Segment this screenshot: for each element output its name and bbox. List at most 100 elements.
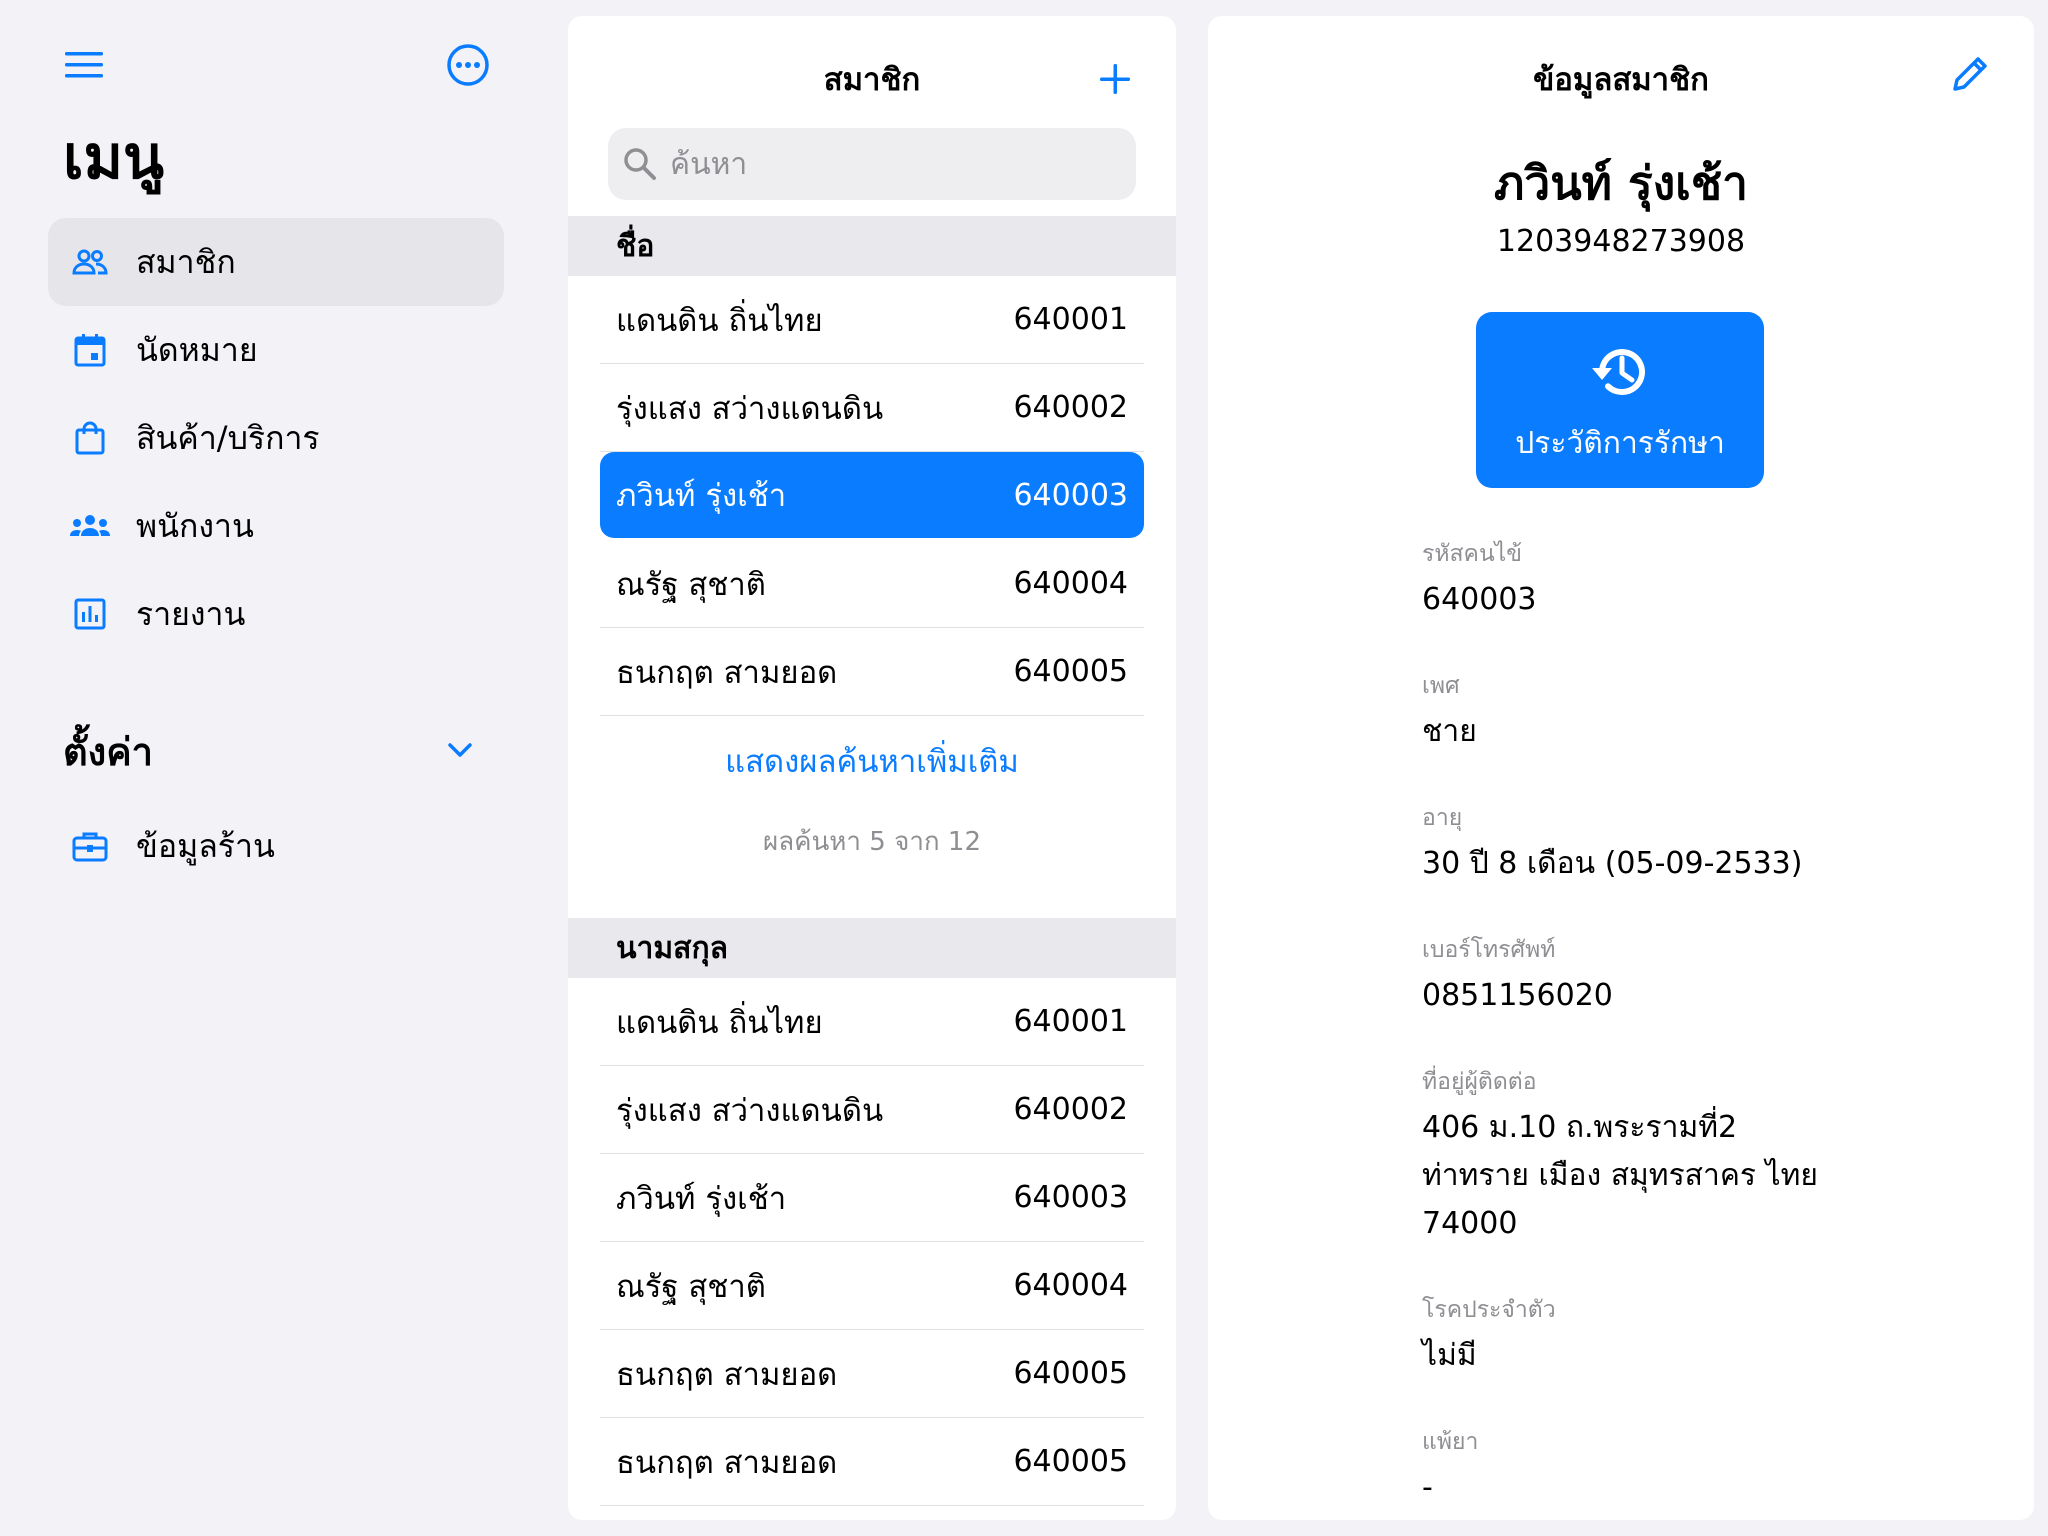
field-value: 0851156020 — [1422, 978, 1613, 1013]
section-header-name: ชื่อ — [568, 216, 1176, 276]
sidebar-item-staff[interactable]: พนักงาน — [48, 482, 504, 570]
member-code: 640004 — [1013, 1268, 1128, 1303]
search-icon — [620, 144, 660, 184]
shopping-bag-icon — [68, 416, 112, 460]
address-line: 74000 — [1422, 1206, 1518, 1241]
member-full-name: ภวินท์ รุ่งเช้า — [1494, 156, 1748, 210]
field-label: ที่อยู่ผู้ติดต่อ — [1422, 1069, 1537, 1095]
plus-icon — [1100, 64, 1130, 94]
field-label: เบอร์โทรศัพท์ — [1422, 937, 1556, 963]
member-name: ธนกฤต สามยอด — [616, 1444, 838, 1481]
member-detail-panel: ข้อมูลสมาชิก ภวินท์ รุ่งเช้า 12039482739… — [1208, 16, 2034, 1520]
field-address: ที่อยู่ผู้ติดต่อ 406 ม.10 ถ.พระรามที่2 ท… — [1422, 1064, 2002, 1248]
field-value: 640003 — [1422, 582, 1537, 617]
list-item[interactable]: ณรัฐ สุชาติ 640004 — [600, 1242, 1144, 1330]
list-item[interactable]: ภวินท์ รุ่งเช้า 640003 — [600, 1154, 1144, 1242]
member-code: 640003 — [1013, 1180, 1128, 1215]
address-line: ท่าทราย เมือง สมุทรสาคร ไทย — [1422, 1158, 1818, 1193]
search-input[interactable] — [670, 146, 1110, 182]
member-name: ธนกฤต สามยอด — [616, 654, 838, 691]
member-code: 640002 — [1013, 390, 1128, 425]
member-code: 640001 — [1013, 1004, 1128, 1039]
briefcase-icon — [68, 824, 112, 868]
calendar-icon — [68, 328, 112, 372]
history-icon — [1588, 340, 1652, 404]
member-name: ภวินท์ รุ่งเช้า — [616, 1180, 787, 1217]
list-item[interactable]: ธนกฤต สามยอด 640005 — [600, 628, 1144, 716]
chevron-down-icon[interactable] — [440, 730, 480, 770]
member-name: ภวินท์ รุ่งเช้า — [616, 478, 787, 514]
field-value: - — [1422, 1470, 1433, 1505]
member-code: 640002 — [1013, 1092, 1128, 1127]
add-member-button[interactable] — [1082, 46, 1148, 112]
section-header-label: ชื่อ — [616, 228, 655, 264]
treatment-history-button[interactable]: ประวัติการรักษา — [1476, 312, 1764, 488]
sidebar-item-label: สมาชิก — [136, 243, 236, 281]
app-window: เมนู สมาชิก นัดหมาย สินค้า/บริการ พนักงา… — [0, 0, 2048, 1536]
field-value: ชาย — [1422, 714, 1477, 749]
list-item[interactable]: รุ่งแสง สว่างแดนดิน 640002 — [600, 364, 1144, 452]
sidebar-item-shop-info[interactable]: ข้อมูลร้าน — [48, 802, 504, 890]
sidebar-item-products[interactable]: สินค้า/บริการ — [48, 394, 504, 482]
field-age: อายุ 30 ปี 8 เดือน (05-09-2533) — [1422, 800, 2002, 888]
pencil-icon — [1953, 57, 1987, 91]
groups-icon — [68, 504, 112, 548]
field-label: เพศ — [1422, 673, 1460, 699]
member-name: ณรัฐ สุชาติ — [616, 1268, 766, 1305]
list-item[interactable]: รุ่งแสง สว่างแดนดิน 640002 — [600, 1066, 1144, 1154]
detail-title: ข้อมูลสมาชิก — [1533, 62, 1709, 98]
list-item[interactable]: ธนกฤต สามยอด 640005 — [600, 1418, 1144, 1506]
sidebar-item-label: พนักงาน — [136, 507, 254, 545]
sidebar-item-label: สินค้า/บริการ — [136, 419, 320, 457]
member-code: 640001 — [1013, 302, 1128, 337]
field-chronic-disease: โรคประจำตัว ไม่มี — [1422, 1292, 2002, 1380]
people-icon — [68, 240, 112, 284]
hamburger-menu-icon[interactable] — [60, 40, 110, 90]
field-phone: เบอร์โทรศัพท์ 0851156020 — [1422, 932, 2002, 1020]
member-name: แดนดิน ถิ่นไทย — [616, 1004, 823, 1041]
list-item[interactable]: ณรัฐ สุชาติ 640004 — [600, 540, 1144, 628]
settings-section-title: ตั้งค่า — [63, 730, 153, 774]
list-item[interactable]: แดนดิน ถิ่นไทย 640001 — [600, 276, 1144, 364]
search-bar[interactable] — [608, 128, 1136, 200]
edit-button[interactable] — [1940, 44, 2000, 104]
member-name: ธนกฤต สามยอด — [616, 1356, 838, 1393]
list-item[interactable]: ธนกฤต สามยอด 640005 — [600, 1330, 1144, 1418]
sidebar: เมนู สมาชิก นัดหมาย สินค้า/บริการ พนักงา… — [0, 0, 555, 1536]
field-gender: เพศ ชาย — [1422, 668, 2002, 756]
field-value: ไม่มี — [1422, 1338, 1477, 1373]
result-count: ผลค้นหา 5 จาก 12 — [762, 827, 982, 857]
list-item-selected[interactable]: ภวินท์ รุ่งเช้า 640003 — [600, 452, 1144, 538]
sidebar-item-appointments[interactable]: นัดหมาย — [48, 306, 504, 394]
member-code: 640005 — [1013, 1356, 1128, 1391]
field-label: โรคประจำตัว — [1422, 1297, 1556, 1323]
field-label: อายุ — [1422, 805, 1463, 831]
member-code: 640004 — [1013, 566, 1128, 601]
sidebar-title: เมนู — [63, 123, 165, 193]
section-header-surname: นามสกุล — [568, 918, 1176, 978]
show-more-link[interactable]: แสดงผลค้นหาเพิ่มเติม — [568, 738, 1176, 786]
member-code: 640003 — [1013, 477, 1128, 513]
sidebar-item-label: นัดหมาย — [136, 331, 258, 369]
sidebar-item-reports[interactable]: รายงาน — [48, 570, 504, 658]
list-item[interactable]: แดนดิน ถิ่นไทย 640001 — [600, 978, 1144, 1066]
more-options-icon[interactable] — [443, 40, 493, 90]
member-list-panel: สมาชิก ชื่อ แดนดิน ถิ่นไทย 640001 รุ่งแส… — [568, 16, 1176, 1520]
member-id-number: 1203948273908 — [1496, 224, 1746, 259]
member-code: 640005 — [1013, 654, 1128, 689]
sidebar-item-label: รายงาน — [136, 595, 246, 633]
address-line: 406 ม.10 ถ.พระรามที่2 — [1422, 1110, 1738, 1145]
member-name: แดนดิน ถิ่นไทย — [616, 302, 823, 339]
member-name: รุ่งแสง สว่างแดนดิน — [616, 1092, 884, 1129]
member-code: 640005 — [1013, 1444, 1128, 1479]
field-value: 30 ปี 8 เดือน (05-09-2533) — [1422, 846, 1803, 881]
section-header-label: นามสกุล — [616, 930, 728, 966]
field-patient-code: รหัสคนไข้ 640003 — [1422, 536, 2002, 624]
sidebar-item-members[interactable]: สมาชิก — [48, 218, 504, 306]
bar-chart-icon — [68, 592, 112, 636]
sidebar-item-label: ข้อมูลร้าน — [136, 827, 275, 865]
member-name: ณรัฐ สุชาติ — [616, 566, 766, 603]
treatment-history-label: ประวัติการรักษา — [1515, 426, 1725, 461]
field-label: รหัสคนไข้ — [1422, 541, 1522, 567]
field-label: แพ้ยา — [1422, 1429, 1479, 1455]
